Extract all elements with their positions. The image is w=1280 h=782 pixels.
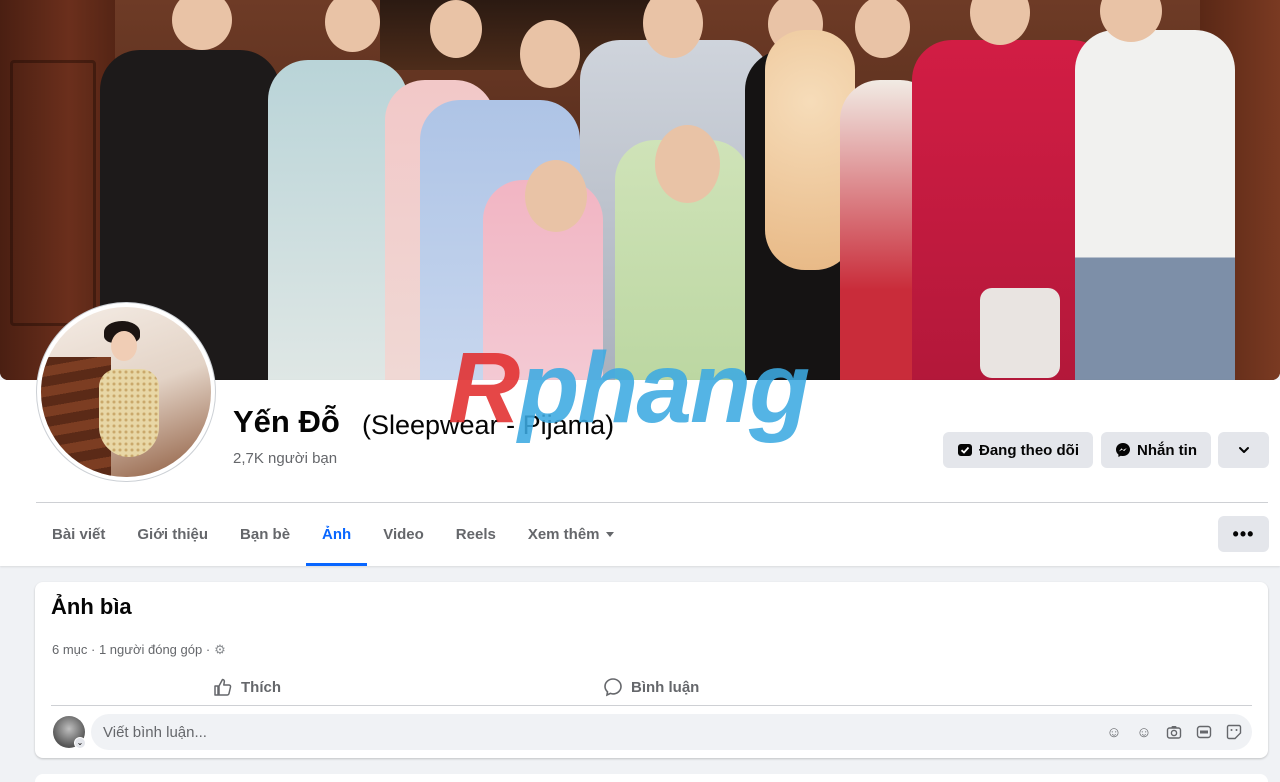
watermark-letter: R: [448, 332, 520, 444]
sticker-icon-graphic: [1226, 724, 1242, 740]
profile-avatar[interactable]: [37, 303, 215, 481]
profile-name: Yến Đỗ: [233, 404, 340, 439]
messenger-icon: [1116, 443, 1130, 457]
comment-input[interactable]: Viết bình luận... ☺ ☺: [91, 714, 1252, 750]
tab-friends[interactable]: Bạn bè: [224, 503, 306, 566]
camera-icon[interactable]: [1164, 722, 1184, 742]
tab-see-more[interactable]: Xem thêm: [512, 503, 630, 566]
cover-handbag: [980, 288, 1060, 378]
friends-count[interactable]: 2,7K người bạn: [233, 450, 337, 467]
camera-icon-graphic: [1166, 726, 1182, 739]
tab-label: Video: [383, 526, 424, 543]
comment-tools: ☺ ☺: [1104, 722, 1244, 742]
cover-person-head: [855, 0, 910, 58]
sticker-icon[interactable]: [1224, 722, 1244, 742]
gif-icon-graphic: [1196, 725, 1212, 739]
avatar-sticker-icon[interactable]: ☺: [1104, 722, 1124, 742]
cover-person-head: [325, 0, 380, 52]
chevron-down-icon: [1238, 447, 1249, 453]
avatar-head: [111, 331, 137, 361]
comment-composer: ⌄ Viết bình luận... ☺ ☺: [51, 714, 1252, 750]
cover-person-head: [525, 160, 587, 232]
like-label: Thích: [241, 678, 281, 696]
profile-avatar-photo: [41, 307, 211, 477]
tab-label: Ảnh: [322, 526, 352, 543]
thumbs-up-icon: [214, 678, 232, 696]
cover-photo[interactable]: [0, 0, 1280, 380]
tab-reels[interactable]: Reels: [440, 503, 512, 566]
chevron-down-icon[interactable]: ⌄: [74, 737, 86, 749]
cover-person: [1075, 30, 1235, 380]
tab-posts[interactable]: Bài viết: [36, 503, 121, 566]
cover-person-head: [520, 20, 580, 88]
cover-person-head: [430, 0, 482, 58]
tabs-more-button[interactable]: •••: [1218, 516, 1269, 552]
message-button-label: Nhắn tin: [1137, 441, 1197, 459]
following-button[interactable]: Đang theo dõi: [943, 432, 1093, 468]
tab-video[interactable]: Video: [367, 503, 440, 566]
album-actions: Thích Bình luận: [51, 668, 1252, 706]
following-icon: [958, 444, 972, 456]
like-button[interactable]: Thích: [213, 672, 281, 702]
profile-tabs: Bài viết Giới thiệu Bạn bè Ảnh Video Ree…: [36, 503, 630, 566]
tab-photos[interactable]: Ảnh: [306, 503, 368, 566]
comment-bubble-icon: [604, 678, 622, 697]
watermark-logo: Rphang: [448, 338, 810, 438]
album-meta-text: 6 mục · 1 người đóng góp ·: [52, 642, 211, 657]
tab-label: Reels: [455, 526, 496, 543]
tab-label: Giới thiệu: [137, 526, 209, 543]
emoji-icon[interactable]: ☺: [1134, 722, 1154, 742]
more-dots-icon: •••: [1232, 523, 1255, 544]
tab-about[interactable]: Giới thiệu: [121, 503, 224, 566]
cover-person-head: [655, 125, 720, 203]
gif-icon[interactable]: [1194, 722, 1214, 742]
album-meta: 6 mục · 1 người đóng góp · ⚙: [52, 642, 226, 658]
album-card: Ảnh bìa 6 mục · 1 người đóng góp · ⚙ Thíc…: [35, 582, 1268, 758]
tab-label: Xem thêm: [527, 526, 600, 543]
tab-label: Bạn bè: [240, 526, 291, 543]
cover-person-head: [172, 0, 232, 50]
more-options-button[interactable]: [1218, 432, 1269, 468]
tab-label: Bài viết: [52, 526, 106, 543]
avatar-dress: [99, 369, 159, 457]
message-button[interactable]: Nhắn tin: [1101, 432, 1211, 468]
comment-button[interactable]: Bình luận: [603, 672, 699, 702]
comment-placeholder: Viết bình luận...: [103, 724, 207, 741]
cover-person-head: [970, 0, 1030, 45]
watermark-text: phang: [518, 332, 810, 444]
gear-icon[interactable]: ⚙: [214, 642, 226, 658]
following-button-label: Đang theo dõi: [979, 441, 1079, 459]
caret-down-icon: [605, 532, 614, 537]
next-card: [35, 774, 1268, 782]
album-title: Ảnh bìa: [51, 594, 132, 619]
comment-label: Bình luận: [631, 678, 700, 696]
